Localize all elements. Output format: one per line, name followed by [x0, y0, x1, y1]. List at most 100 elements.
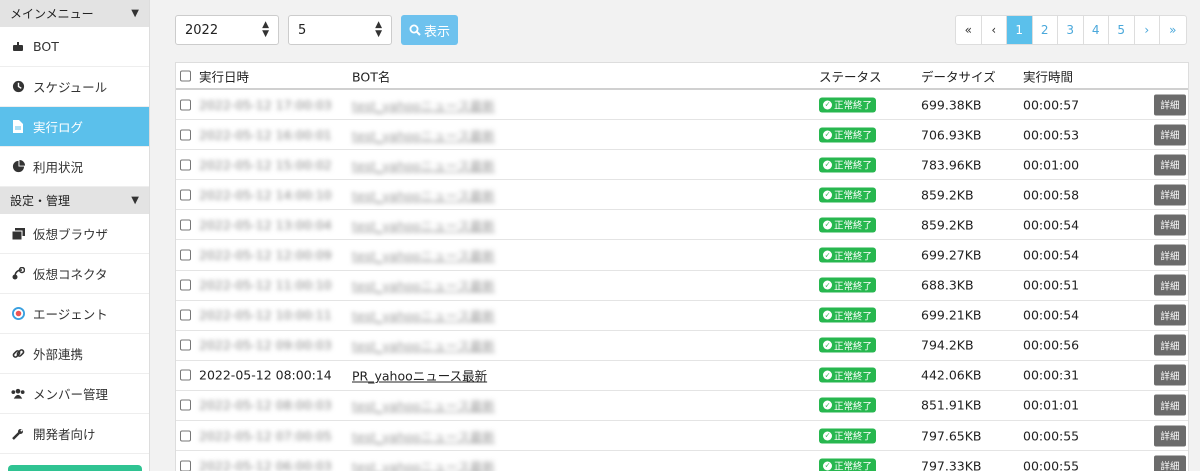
row-checkbox[interactable]: [180, 279, 191, 291]
row-checkbox[interactable]: [180, 369, 191, 381]
clock-icon: [11, 80, 25, 94]
row-checkbox[interactable]: [180, 460, 191, 471]
row-checkbox[interactable]: [180, 430, 191, 442]
settings-menu-header[interactable]: 設定・管理 ▼: [0, 187, 149, 214]
row-checkbox[interactable]: [180, 159, 191, 171]
detail-button[interactable]: 詳細: [1154, 124, 1186, 146]
status-label: 正常終了: [834, 431, 873, 443]
select-all-checkbox[interactable]: [180, 70, 191, 81]
prev-page-button[interactable]: ‹: [982, 16, 1007, 44]
row-checkbox[interactable]: [180, 219, 191, 231]
last-page-button[interactable]: »: [1160, 16, 1186, 44]
row-checkbox[interactable]: [180, 99, 191, 111]
detail-button[interactable]: 詳細: [1154, 455, 1186, 471]
status-label: 正常終了: [834, 311, 873, 323]
row-date: 2022-05-12 08:00:03: [199, 397, 332, 413]
row-execution-time: 00:01:00: [1023, 157, 1080, 173]
sidebar-item-member-management[interactable]: メンバー管理: [0, 374, 149, 414]
connector-icon: [11, 267, 25, 281]
detail-button[interactable]: 詳細: [1154, 154, 1186, 176]
row-bot-name-link[interactable]: test_yahooニュース最新: [352, 396, 495, 415]
status-label: 正常終了: [834, 251, 873, 263]
sidebar-item-execution-log[interactable]: 実行ログ: [0, 107, 149, 147]
detail-button[interactable]: 詳細: [1154, 334, 1186, 356]
status-badge: ✓ 正常終了: [819, 397, 877, 413]
sidebar-item-schedule[interactable]: スケジュール: [0, 67, 149, 107]
sidebar-item-bot[interactable]: BOT: [0, 27, 149, 67]
check-circle-icon: ✓: [823, 340, 832, 350]
main-menu-header[interactable]: メインメニュー ▼: [0, 0, 149, 27]
check-circle-icon: ✓: [823, 220, 832, 230]
check-circle-icon: ✓: [823, 160, 832, 170]
row-bot-name-link[interactable]: PR_yahooニュース最新: [352, 366, 487, 385]
row-bot-name-link[interactable]: test_yahooニュース最新: [352, 215, 495, 234]
detail-button[interactable]: 詳細: [1154, 274, 1186, 296]
row-data-size: 442.06KB: [921, 367, 982, 383]
sidebar-item-virtual-connector[interactable]: 仮想コネクタ: [0, 254, 149, 294]
status-badge: ✓ 正常終了: [819, 277, 877, 293]
row-bot-name-link[interactable]: test_yahooニュース最新: [352, 125, 495, 144]
month-select[interactable]: 5 ▲ ▼: [288, 15, 392, 45]
sidebar-item-label: スケジュール: [33, 80, 108, 95]
page-5-button[interactable]: 5: [1109, 16, 1135, 44]
row-checkbox[interactable]: [180, 399, 191, 411]
row-bot-name-link[interactable]: test_yahooニュース最新: [352, 95, 495, 114]
row-bot-name-link[interactable]: test_yahooニュース最新: [352, 426, 495, 445]
page-2-button[interactable]: 2: [1033, 16, 1058, 44]
row-checkbox[interactable]: [180, 309, 191, 321]
year-select[interactable]: 2022 ▲ ▼: [175, 15, 279, 45]
row-date: 2022-05-12 11:00:10: [199, 277, 332, 293]
robot-icon: [11, 40, 25, 54]
row-bot-name-link[interactable]: test_yahooニュース最新: [352, 276, 495, 295]
row-bot-name-link[interactable]: test_yahooニュース最新: [352, 306, 495, 325]
sidebar-item-label: 外部連携: [33, 347, 84, 362]
row-checkbox[interactable]: [180, 189, 191, 201]
sidebar-action-button[interactable]: [8, 465, 142, 471]
detail-button[interactable]: 詳細: [1154, 214, 1186, 236]
row-checkbox[interactable]: [180, 249, 191, 261]
row-date: 2022-05-12 13:00:04: [199, 217, 332, 233]
detail-button[interactable]: 詳細: [1154, 394, 1186, 416]
row-bot-name-link[interactable]: test_yahooニュース最新: [352, 456, 495, 471]
row-bot-name-link[interactable]: test_yahooニュース最新: [352, 246, 495, 265]
sidebar-item-external-integration[interactable]: 外部連携: [0, 334, 149, 374]
detail-button[interactable]: 詳細: [1154, 364, 1186, 386]
show-button[interactable]: 表示: [401, 15, 458, 45]
sidebar-item-usage[interactable]: 利用状況: [0, 147, 149, 187]
row-execution-time: 00:00:54: [1023, 307, 1080, 323]
sidebar-item-agent[interactable]: エージェント: [0, 294, 149, 334]
row-checkbox[interactable]: [180, 339, 191, 351]
row-data-size: 797.33KB: [921, 458, 982, 471]
detail-button[interactable]: 詳細: [1154, 304, 1186, 326]
status-label: 正常終了: [834, 100, 873, 112]
row-execution-time: 00:00:31: [1023, 367, 1080, 383]
check-circle-icon: ✓: [823, 370, 832, 380]
page-1-button[interactable]: 1: [1007, 16, 1033, 44]
status-badge: ✓ 正常終了: [819, 307, 877, 323]
pie-chart-icon: [11, 160, 25, 174]
detail-button[interactable]: 詳細: [1154, 425, 1186, 447]
next-page-button[interactable]: ›: [1135, 16, 1160, 44]
page-4-button[interactable]: 4: [1084, 16, 1109, 44]
first-page-button[interactable]: «: [956, 16, 982, 44]
status-badge: ✓ 正常終了: [819, 157, 877, 173]
row-date: 2022-05-12 07:00:05: [199, 428, 332, 444]
row-bot-name-link[interactable]: test_yahooニュース最新: [352, 336, 495, 355]
row-data-size: 706.93KB: [921, 127, 982, 143]
row-bot-name-link[interactable]: test_yahooニュース最新: [352, 155, 495, 174]
detail-button[interactable]: 詳細: [1154, 244, 1186, 266]
row-data-size: 797.65KB: [921, 428, 982, 444]
detail-button[interactable]: 詳細: [1154, 94, 1186, 116]
sidebar-item-virtual-browser[interactable]: 仮想ブラウザ: [0, 214, 149, 254]
row-data-size: 859.2KB: [921, 217, 974, 233]
row-date: 2022-05-12 06:00:03: [199, 458, 332, 471]
page-3-button[interactable]: 3: [1058, 16, 1084, 44]
row-execution-time: 00:00:51: [1023, 277, 1080, 293]
table-row: 2022-05-12 11:00:10 test_yahooニュース最新 ✓ 正常終了…: [176, 271, 1188, 301]
status-badge: ✓ 正常終了: [819, 187, 877, 203]
row-bot-name-link[interactable]: test_yahooニュース最新: [352, 185, 495, 204]
sidebar-item-developer[interactable]: 開発者向け: [0, 414, 149, 454]
detail-button[interactable]: 詳細: [1154, 184, 1186, 206]
row-checkbox[interactable]: [180, 129, 191, 141]
row-date: 2022-05-12 14:00:10: [199, 187, 332, 203]
